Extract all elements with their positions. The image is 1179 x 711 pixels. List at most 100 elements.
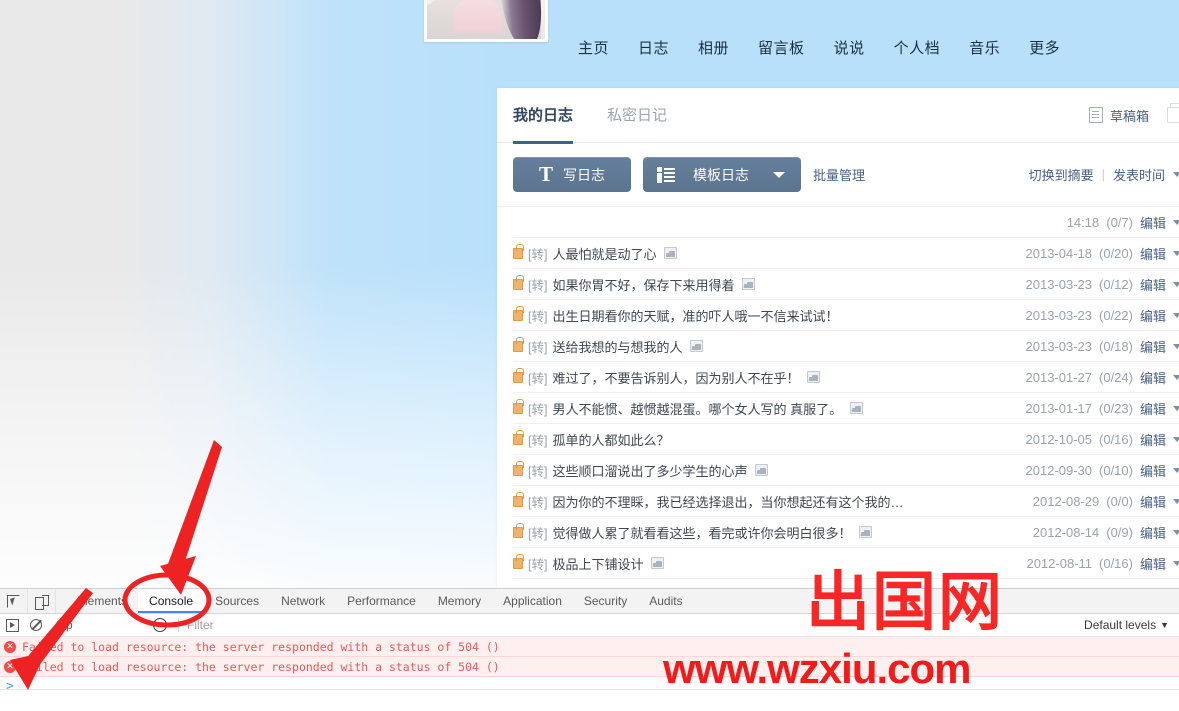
console-filter-input[interactable]: Filter	[185, 618, 1084, 632]
nav-item-guestbook[interactable]: 留言板	[758, 37, 805, 58]
console-toolbar: top Filter Default levels ▼	[0, 614, 1179, 637]
blog-entry-edit-link[interactable]: 编辑	[1140, 461, 1166, 480]
user-avatar[interactable]	[424, 0, 548, 42]
blog-entry-edit-link[interactable]: 编辑	[1140, 213, 1166, 232]
blog-entry-main: [转] 孤单的人都如此么？	[513, 429, 1026, 449]
table-row[interactable]: [转] 送给我想的与想我的人 2013-03-23 (0/18) 编辑	[513, 331, 1179, 362]
tab-private-diary[interactable]: 私密日记	[607, 88, 667, 143]
blog-entry-counts: (0/16)	[1099, 555, 1133, 571]
image-attachment-icon	[859, 526, 873, 538]
toolbar-divider	[178, 618, 179, 632]
chevron-down-icon-row[interactable]	[1173, 374, 1179, 380]
console-settings-eye[interactable]	[148, 618, 172, 632]
blog-entry-edit-link[interactable]: 编辑	[1140, 337, 1166, 356]
blog-entry-edit-link[interactable]: 编辑	[1140, 399, 1166, 418]
tab-my-blog[interactable]: 我的日志	[513, 88, 574, 144]
blog-entry-edit-link[interactable]: 编辑	[1140, 492, 1166, 511]
repost-tag: [转]	[528, 247, 548, 262]
chevron-down-icon-row[interactable]	[1173, 219, 1179, 225]
nav-item-more[interactable]: 更多	[1029, 37, 1060, 58]
text-icon: T	[538, 162, 553, 186]
blog-entry-edit-link[interactable]: 编辑	[1140, 368, 1166, 387]
devtools-tab-security[interactable]: Security	[573, 589, 638, 613]
devtools-tab-sources[interactable]: Sources	[204, 589, 270, 613]
batch-manage-link[interactable]: 批量管理	[813, 165, 865, 184]
blog-entry-edit-link[interactable]: 编辑	[1140, 244, 1166, 263]
table-row[interactable]: [转] 如果你胃不好，保存下来用得着 2013-03-23 (0/12) 编辑	[513, 269, 1179, 300]
blog-entry-edit-link[interactable]: 编辑	[1140, 306, 1166, 325]
devtools-tab-elements[interactable]: Elements	[66, 589, 138, 613]
blog-entry-title[interactable]: 人最怕就是动了心	[552, 244, 656, 263]
repost-tag: [转]	[528, 340, 548, 355]
write-blog-button[interactable]: T 写日志	[513, 157, 631, 192]
blog-entry-title[interactable]: 送给我想的与想我的人	[552, 337, 682, 356]
blog-entry-counts: (0/23)	[1099, 400, 1133, 416]
blog-entry-title[interactable]: 极品上下铺设计	[552, 554, 643, 573]
table-row[interactable]: [转] 因为你的不理睬，我已经选择退出，当你想起还有这个我的… 2012-08-29…	[513, 486, 1179, 517]
blog-entry-title[interactable]: 出生日期看你的天赋，准的吓人哦一不信来试试！	[552, 306, 838, 325]
nav-item-home[interactable]: 主页	[578, 37, 609, 58]
table-row[interactable]: 14:18 (0/7) 编辑	[513, 207, 1179, 238]
lock-icon	[513, 429, 524, 445]
chevron-down-icon-row[interactable]	[1173, 312, 1179, 318]
devtools-tab-memory[interactable]: Memory	[427, 589, 492, 613]
console-context-selector[interactable]: top	[48, 618, 148, 632]
write-blog-label: 写日志	[563, 166, 605, 183]
table-row[interactable]: [转] 难过了，不要告诉别人，因为别人不在乎！ 2013-01-27 (0/24) 编辑	[513, 362, 1179, 393]
chevron-down-icon-row[interactable]	[1173, 560, 1179, 566]
devtools-tab-console[interactable]: Console	[138, 589, 205, 613]
inspect-element-button[interactable]	[0, 589, 28, 613]
table-row[interactable]: [转] 人最怕就是动了心 2013-04-18 (0/20) 编辑	[513, 238, 1179, 269]
chevron-down-icon-row[interactable]	[1173, 467, 1179, 473]
switch-to-digest-link[interactable]: 切换到摘要	[1029, 165, 1094, 184]
devtools-tab-application[interactable]: Application	[492, 589, 573, 613]
nav-item-profile[interactable]: 个人档	[894, 37, 941, 58]
console-sidebar-toggle[interactable]	[0, 618, 24, 632]
blog-entry-title[interactable]: 难过了，不要告诉别人，因为别人不在乎！	[552, 368, 799, 387]
blog-entry-edit-link[interactable]: 编辑	[1140, 430, 1166, 449]
qzone-page: 主页 日志 相册 留言板 说说 个人档 音乐 更多 我的日志 私密日记 草稿箱	[0, 0, 1179, 588]
console-levels-dropdown[interactable]: Default levels ▼	[1084, 618, 1169, 632]
blog-entry-title[interactable]: 因为你的不理睬，我已经选择退出，当你想起还有这个我的…	[552, 492, 903, 511]
devtools-tab-audits[interactable]: Audits	[638, 589, 693, 613]
chevron-down-icon-row[interactable]	[1173, 405, 1179, 411]
sort-by-publish-time[interactable]: 发表时间	[1113, 165, 1165, 184]
panel-toolbar: T 写日志 模板日志 批量管理 切换到摘要 | 发表时间	[497, 143, 1179, 207]
nav-item-music[interactable]: 音乐	[969, 37, 1000, 58]
chevron-down-icon-row[interactable]	[1173, 250, 1179, 256]
table-row[interactable]: [转] 出生日期看你的天赋，准的吓人哦一不信来试试！ 2013-03-23 (0/22…	[513, 300, 1179, 331]
chevron-down-icon-row[interactable]	[1173, 281, 1179, 287]
panel-toolbar-right: 切换到摘要 | 发表时间	[1029, 165, 1179, 184]
blog-entry-title[interactable]: 这些顺口溜说出了多少学生的心声	[552, 461, 747, 480]
chevron-down-icon[interactable]	[773, 171, 785, 178]
devtools-tab-performance[interactable]: Performance	[336, 589, 427, 613]
nav-item-shuoshuo[interactable]: 说说	[834, 37, 865, 58]
blog-entry-edit-link[interactable]: 编辑	[1140, 523, 1166, 542]
nav-item-album[interactable]: 相册	[698, 37, 729, 58]
repost-tag: [转]	[528, 402, 548, 417]
chevron-down-icon-sort[interactable]	[1173, 172, 1179, 177]
device-toolbar-button[interactable]	[28, 589, 56, 613]
draft-box-button[interactable]: 草稿箱	[1088, 106, 1149, 125]
chevron-down-icon-row[interactable]	[1173, 529, 1179, 535]
blog-entry-title[interactable]: 孤单的人都如此么？	[552, 430, 669, 449]
devtools-tab-network[interactable]: Network	[270, 589, 336, 613]
nav-item-blog[interactable]: 日志	[638, 37, 669, 58]
blog-entry-edit-link[interactable]: 编辑	[1140, 275, 1166, 294]
blog-entry-title[interactable]: 觉得做人累了就看看这些，看完或许你会明白很多！	[552, 523, 851, 542]
table-row[interactable]: [转] 孤单的人都如此么？ 2012-10-05 (0/16) 编辑	[513, 424, 1179, 455]
table-row[interactable]: [转] 极品上下铺设计 2012-08-11 (0/16) 编辑	[513, 548, 1179, 579]
clear-console-button[interactable]	[24, 619, 48, 631]
table-row[interactable]: [转] 觉得做人累了就看看这些，看完或许你会明白很多！ 2012-08-14 (0/9…	[513, 517, 1179, 548]
table-row[interactable]: [转] 男人不能惯、越惯越混蛋。哪个女人写的 真服了。 2013-01-17 (0/2…	[513, 393, 1179, 424]
trash-icon[interactable]	[1167, 103, 1179, 123]
template-blog-button[interactable]: 模板日志	[643, 157, 801, 192]
table-row[interactable]: [转] 这些顺口溜说出了多少学生的心声 2012-09-30 (0/10) 编辑	[513, 455, 1179, 486]
chevron-down-icon-row[interactable]	[1173, 436, 1179, 442]
site-nav: 主页 日志 相册 留言板 说说 个人档 音乐 更多	[578, 32, 1060, 62]
chevron-down-icon-row[interactable]	[1173, 498, 1179, 504]
chevron-down-icon-row[interactable]	[1173, 343, 1179, 349]
blog-entry-title[interactable]: 如果你胃不好，保存下来用得着	[552, 275, 734, 294]
blog-entry-edit-link[interactable]: 编辑	[1140, 554, 1166, 573]
blog-entry-title[interactable]: 男人不能惯、越惯越混蛋。哪个女人写的 真服了。	[552, 399, 842, 418]
